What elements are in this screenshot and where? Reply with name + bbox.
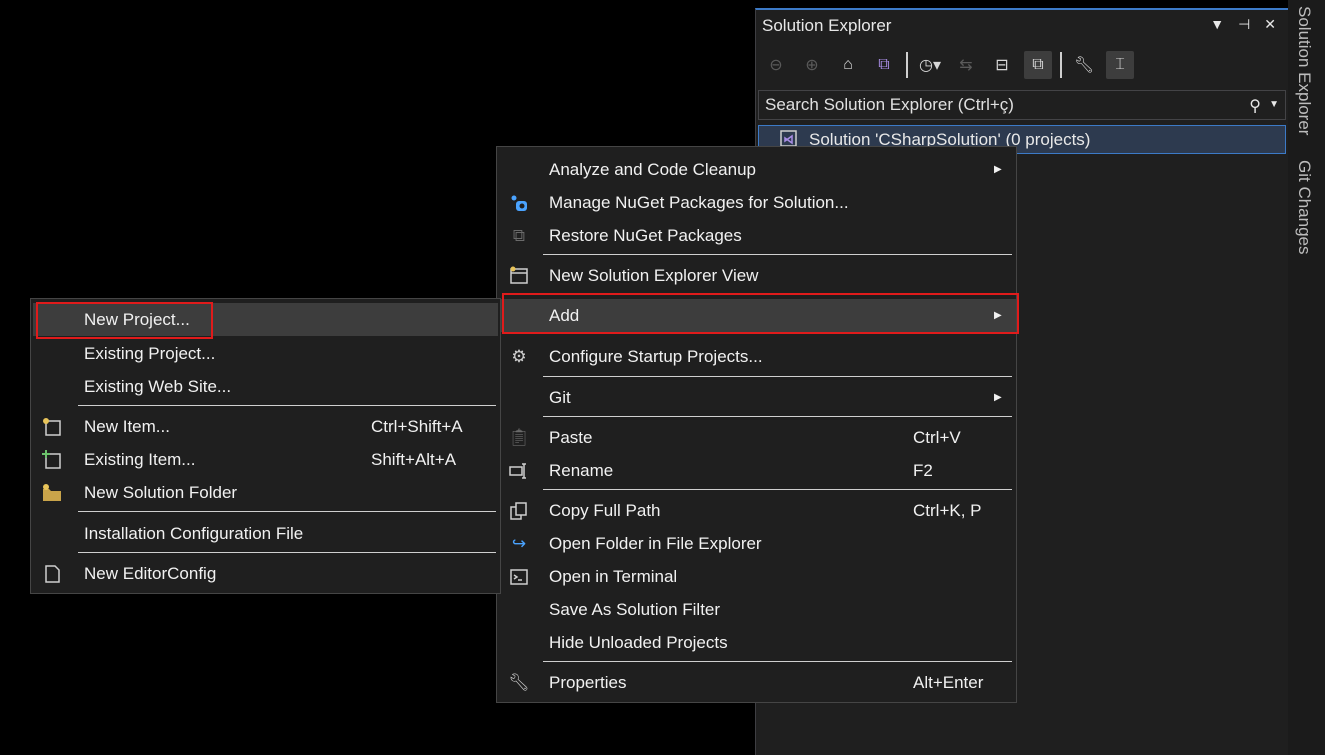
- nuget-icon: [508, 192, 530, 214]
- collapse-all-icon[interactable]: ⊟: [988, 51, 1016, 79]
- toolbar-separator: [906, 52, 908, 78]
- switch-views-icon[interactable]: ⧉: [870, 51, 898, 79]
- new-view-icon: [508, 265, 530, 287]
- search-input[interactable]: [765, 94, 1235, 116]
- toolbar-separator: [1060, 52, 1062, 78]
- tab-solution-explorer[interactable]: Solution Explorer: [1294, 6, 1314, 135]
- highlight-add: [502, 293, 1019, 334]
- submenu-item-new-item[interactable]: New Item... Ctrl+Shift+A: [31, 410, 500, 443]
- submenu-item-existing-item[interactable]: Existing Item... Shift+Alt+A: [31, 443, 500, 476]
- forward-icon[interactable]: ⊕: [798, 51, 826, 79]
- menu-item-manage-nuget[interactable]: Manage NuGet Packages for Solution...: [497, 186, 1016, 219]
- terminal-icon: [508, 566, 530, 588]
- sync-icon[interactable]: ⇆: [952, 51, 980, 79]
- submenu-item-installation-config[interactable]: Installation Configuration File: [31, 517, 500, 550]
- menu-item-restore-nuget[interactable]: ⧉ Restore NuGet Packages: [497, 219, 1016, 252]
- pending-changes-filter-icon[interactable]: ◷▾: [916, 51, 944, 79]
- submenu-item-existing-web-site[interactable]: Existing Web Site...: [31, 370, 500, 403]
- folder-icon: [41, 482, 63, 504]
- submenu-arrow-icon: ▶: [994, 164, 1002, 175]
- show-all-files-icon[interactable]: ⧉: [1024, 51, 1052, 79]
- side-tab-strip: Solution Explorer Git Changes: [1288, 0, 1325, 755]
- dropdown-icon[interactable]: ▼: [1210, 16, 1224, 33]
- chevron-down-icon[interactable]: ▼: [1269, 99, 1279, 110]
- menu-separator: [78, 405, 496, 406]
- menu-separator: [543, 416, 1012, 417]
- menu-item-save-filter[interactable]: Save As Solution Filter: [497, 593, 1016, 626]
- menu-item-open-terminal[interactable]: Open in Terminal: [497, 560, 1016, 593]
- menu-separator: [78, 552, 496, 553]
- menu-separator: [543, 254, 1012, 255]
- rename-icon: [508, 460, 530, 482]
- toolbar: ⊖ ⊕ ⌂ ⧉ ◷▾ ⇆ ⊟ ⧉ 🔧︎ ⌶: [762, 48, 1134, 82]
- close-icon[interactable]: ✕: [1264, 16, 1276, 33]
- search-icon[interactable]: ⚲: [1249, 96, 1261, 116]
- menu-item-rename[interactable]: Rename F2: [497, 454, 1016, 487]
- new-item-icon: [41, 416, 63, 438]
- menu-item-properties[interactable]: 🔧︎ Properties Alt+Enter: [497, 666, 1016, 699]
- copy-icon: [508, 500, 530, 522]
- open-folder-icon: ↪: [511, 533, 527, 553]
- preview-selected-icon[interactable]: ⌶: [1106, 51, 1134, 79]
- panel-title: Solution Explorer: [762, 16, 892, 35]
- submenu-arrow-icon: ▶: [994, 392, 1002, 403]
- add-submenu: New Project... Existing Project... Exist…: [30, 298, 501, 594]
- search-box: ⚲ ▼: [758, 90, 1286, 120]
- wrench-icon: 🔧︎: [508, 672, 530, 692]
- pin-icon[interactable]: ⊣: [1238, 16, 1250, 33]
- menu-separator: [543, 376, 1012, 377]
- menu-separator: [78, 511, 496, 512]
- highlight-new-project: [36, 302, 213, 339]
- tab-git-changes[interactable]: Git Changes: [1294, 160, 1314, 255]
- menu-item-configure-startup[interactable]: ⚙ Configure Startup Projects...: [497, 340, 1016, 373]
- submenu-item-new-solution-folder[interactable]: New Solution Folder: [31, 476, 500, 509]
- properties-wrench-icon[interactable]: 🔧︎: [1070, 51, 1098, 79]
- gear-icon: ⚙: [511, 346, 527, 366]
- menu-separator: [543, 661, 1012, 662]
- menu-item-new-view[interactable]: New Solution Explorer View: [497, 259, 1016, 292]
- menu-item-analyze[interactable]: Analyze and Code Cleanup ▶: [497, 153, 1016, 186]
- existing-item-icon: [41, 449, 63, 471]
- menu-separator: [543, 489, 1012, 490]
- document-icon: [41, 563, 63, 585]
- menu-item-open-folder[interactable]: ↪ Open Folder in File Explorer: [497, 527, 1016, 560]
- back-icon[interactable]: ⊖: [762, 51, 790, 79]
- home-icon[interactable]: ⌂: [834, 51, 862, 79]
- menu-item-git[interactable]: Git ▶: [497, 381, 1016, 414]
- submenu-item-existing-project[interactable]: Existing Project...: [31, 337, 500, 370]
- restore-packages-icon: ⧉: [512, 225, 526, 245]
- menu-item-copy-full-path[interactable]: Copy Full Path Ctrl+K, P: [497, 494, 1016, 527]
- context-menu: Analyze and Code Cleanup ▶ Manage NuGet …: [496, 146, 1017, 703]
- menu-item-paste[interactable]: 📋︎ Paste Ctrl+V: [497, 421, 1016, 454]
- menu-item-hide-unloaded[interactable]: Hide Unloaded Projects: [497, 626, 1016, 659]
- submenu-item-new-editorconfig[interactable]: New EditorConfig: [31, 557, 500, 590]
- clipboard-icon: 📋︎: [508, 427, 530, 447]
